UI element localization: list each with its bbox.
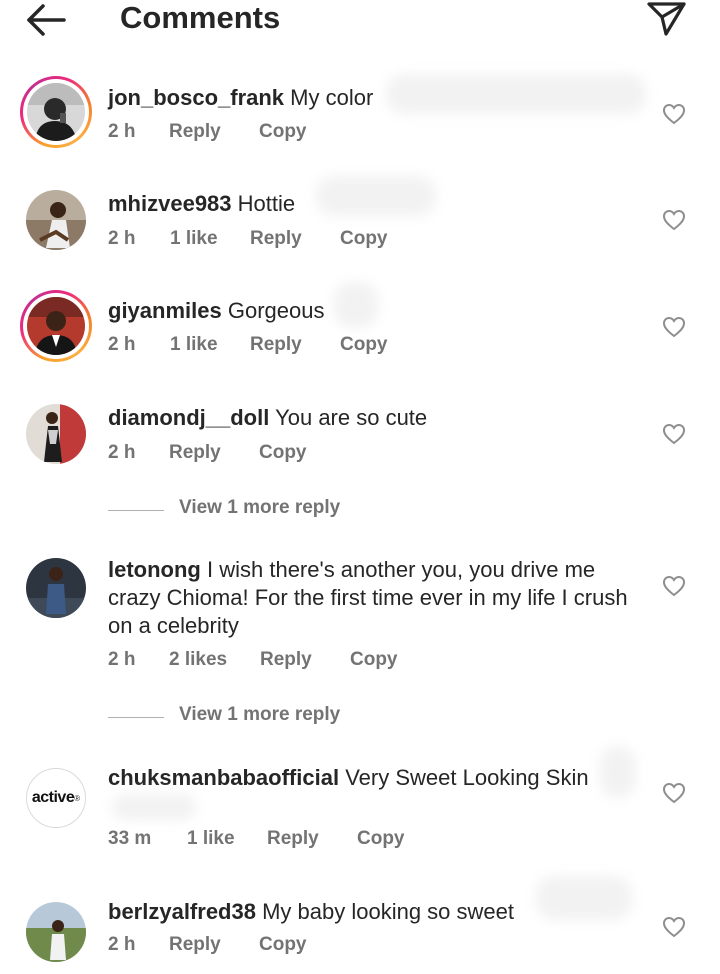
heart-icon[interactable] [662, 209, 686, 231]
copy-button[interactable]: Copy [340, 334, 388, 356]
copy-button[interactable]: Copy [259, 121, 307, 143]
page-title: Comments [120, 0, 281, 35]
view-more-replies[interactable]: View 1 more reply [108, 704, 408, 732]
like-count[interactable]: 1 like [170, 228, 218, 250]
share-button[interactable] [644, 0, 690, 38]
comment-body: letonong I wish there's another you, you… [108, 556, 628, 640]
heart-icon[interactable] [662, 916, 686, 938]
divider [108, 510, 164, 511]
comment-text: My color [290, 85, 374, 110]
avatar[interactable] [20, 290, 92, 362]
comment-time: 2 h [108, 228, 136, 249]
heart-icon[interactable] [662, 103, 686, 125]
avatar-photo [26, 558, 86, 618]
redaction-blur [600, 746, 636, 798]
comment-time: 2 h [108, 121, 136, 142]
redaction-blur [386, 74, 646, 114]
avatar[interactable] [20, 552, 92, 624]
comment-username[interactable]: berlzyalfred38 [108, 899, 256, 924]
copy-button[interactable]: Copy [357, 828, 405, 850]
view-more-label: View 1 more reply [179, 497, 341, 518]
comment-text: Hottie [237, 191, 296, 216]
redaction-blur [334, 282, 378, 328]
like-count[interactable]: 2 likes [169, 649, 227, 671]
comment-time: 2 h [108, 934, 136, 955]
comment-username[interactable]: diamondj__doll [108, 405, 269, 430]
avatar[interactable] [20, 398, 92, 470]
comment-username[interactable]: jon_bosco_frank [108, 85, 284, 110]
like-count[interactable]: 1 like [170, 334, 218, 356]
comment-text: My baby looking so sweet [262, 899, 514, 924]
avatar[interactable]: active ® [20, 762, 92, 834]
reply-button[interactable]: Reply [250, 228, 302, 250]
view-more-label: View 1 more reply [179, 704, 341, 725]
comment-time: 33 m [108, 828, 152, 849]
avatar-logo: active ® [26, 768, 86, 828]
copy-button[interactable]: Copy [340, 228, 388, 250]
comment-username[interactable]: chuksmanbabaofficial [108, 765, 339, 790]
redaction-blur [316, 176, 436, 216]
back-button[interactable] [24, 2, 68, 38]
heart-icon[interactable] [662, 316, 686, 338]
avatar-photo [26, 190, 86, 250]
comment-text: You are so cute [275, 405, 428, 430]
comment-username[interactable]: mhizvee983 [108, 191, 232, 216]
heart-icon[interactable] [662, 575, 686, 597]
reply-button[interactable]: Reply [169, 121, 221, 143]
heart-icon[interactable] [662, 423, 686, 445]
comment-username[interactable]: letonong [108, 557, 201, 582]
like-count[interactable]: 1 like [187, 828, 235, 850]
paper-plane-icon [647, 2, 686, 36]
copy-button[interactable]: Copy [259, 442, 307, 464]
redaction-blur [536, 876, 632, 920]
reply-button[interactable]: Reply [250, 334, 302, 356]
comment-time: 2 h [108, 649, 136, 670]
avatar[interactable] [20, 76, 92, 148]
reply-button[interactable]: Reply [169, 934, 221, 956]
avatar-photo [26, 404, 86, 464]
comment-time: 2 h [108, 334, 136, 355]
avatar-photo [27, 297, 85, 355]
reply-button[interactable]: Reply [267, 828, 319, 850]
comment-text: Gorgeous [227, 298, 325, 323]
view-more-replies[interactable]: View 1 more reply [108, 497, 408, 525]
comment-time: 2 h [108, 442, 136, 463]
heart-icon[interactable] [662, 782, 686, 804]
divider [108, 717, 164, 718]
copy-button[interactable]: Copy [350, 649, 398, 671]
header-bar: Comments [0, 0, 720, 40]
reply-button[interactable]: Reply [169, 442, 221, 464]
redaction-blur [112, 794, 196, 820]
copy-button[interactable]: Copy [259, 934, 307, 956]
avatar[interactable] [20, 896, 92, 968]
comment-text: Very Sweet Looking Skin [345, 765, 589, 790]
reply-button[interactable]: Reply [260, 649, 312, 671]
arrow-left-icon [27, 4, 66, 36]
avatar-logo-text: active [31, 789, 75, 806]
avatar[interactable] [20, 184, 92, 256]
avatar-photo [26, 902, 86, 962]
avatar-photo [27, 83, 85, 141]
comment-username[interactable]: giyanmiles [108, 298, 222, 323]
